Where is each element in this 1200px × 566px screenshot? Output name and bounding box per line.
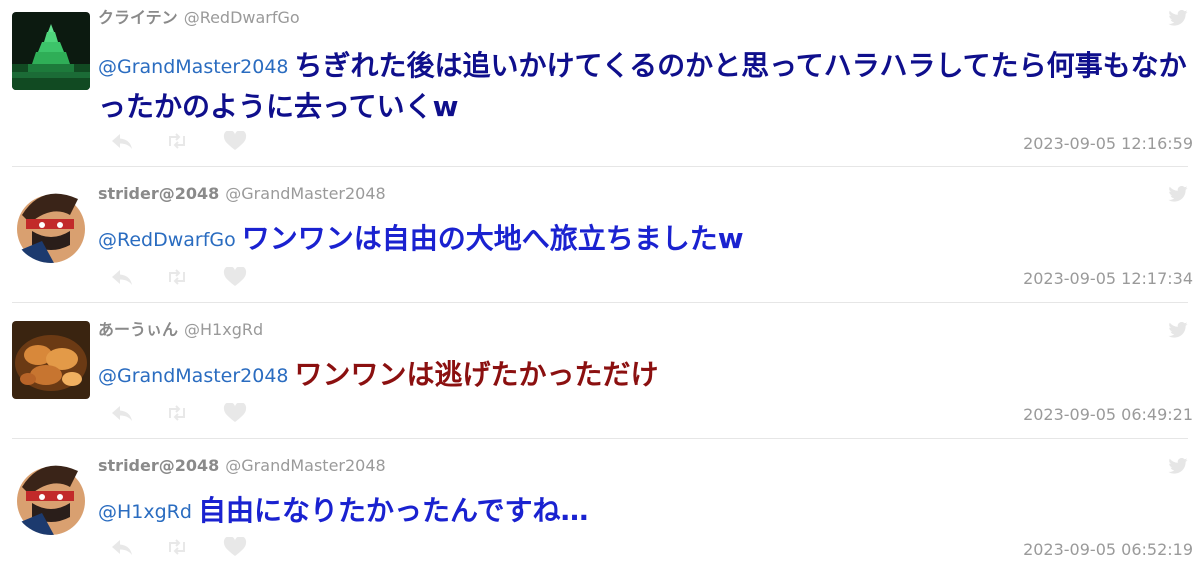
tweet-header: あーうぃん @H1xgRd bbox=[98, 320, 263, 340]
tweet-header: strider@2048 @GrandMaster2048 bbox=[98, 456, 386, 476]
mention-link[interactable]: @GrandMaster2048 bbox=[98, 365, 289, 387]
heart-icon[interactable] bbox=[223, 130, 247, 155]
avatar[interactable] bbox=[12, 185, 90, 263]
tweet-body: @GrandMaster2048 ワンワンは逃げたかっただけ bbox=[98, 355, 1193, 396]
mention-link[interactable]: @H1xgRd bbox=[98, 501, 192, 523]
retweet-icon[interactable] bbox=[165, 131, 189, 155]
castle-avatar-image bbox=[12, 12, 90, 90]
ninja-avatar-image bbox=[12, 457, 90, 535]
timestamp[interactable]: 2023-09-05 12:17:34 bbox=[1023, 269, 1193, 288]
heart-icon[interactable] bbox=[223, 266, 247, 291]
reply-icon[interactable] bbox=[110, 131, 134, 155]
timestamp[interactable]: 2023-09-05 12:16:59 bbox=[1023, 134, 1193, 153]
tweet-item: クライテン @RedDwarfGo @GrandMaster2048 ちぎれた後は追… bbox=[0, 0, 1200, 167]
retweet-icon[interactable] bbox=[165, 267, 189, 291]
tweet-body: @RedDwarfGo ワンワンは自由の大地へ旅立ちましたw bbox=[98, 219, 1193, 260]
reply-icon[interactable] bbox=[110, 537, 134, 561]
tweet-body: @H1xgRd 自由になりたかったんですね… bbox=[98, 491, 1193, 532]
tweet-text: ワンワンは逃げたかっただけ bbox=[294, 358, 659, 391]
heart-icon[interactable] bbox=[223, 402, 247, 427]
retweet-icon[interactable] bbox=[165, 537, 189, 561]
tweet-item: strider@2048 @GrandMaster2048 @H1xgRd 自由にな… bbox=[0, 439, 1200, 566]
twitter-bird-icon[interactable] bbox=[1168, 458, 1188, 474]
tweet-header: strider@2048 @GrandMaster2048 bbox=[98, 184, 386, 204]
food-avatar-image bbox=[12, 321, 90, 399]
mention-link[interactable]: @RedDwarfGo bbox=[98, 229, 236, 251]
avatar[interactable] bbox=[12, 12, 90, 90]
twitter-bird-icon[interactable] bbox=[1168, 186, 1188, 202]
reply-icon[interactable] bbox=[110, 403, 134, 427]
tweet-header: クライテン @RedDwarfGo bbox=[98, 8, 300, 28]
author-name[interactable]: strider@2048 bbox=[98, 456, 219, 475]
tweet-text: ワンワンは自由の大地へ旅立ちましたw bbox=[241, 222, 744, 255]
heart-icon[interactable] bbox=[223, 536, 247, 561]
tweet-item: strider@2048 @GrandMaster2048 @RedDwarfGo… bbox=[0, 167, 1200, 303]
author-handle[interactable]: @GrandMaster2048 bbox=[225, 184, 385, 203]
avatar[interactable] bbox=[12, 321, 90, 399]
mention-link[interactable]: @GrandMaster2048 bbox=[98, 56, 289, 78]
author-name[interactable]: クライテン bbox=[98, 8, 178, 27]
author-name[interactable]: あーうぃん bbox=[98, 320, 178, 339]
avatar[interactable] bbox=[12, 457, 90, 535]
twitter-bird-icon[interactable] bbox=[1168, 322, 1188, 338]
tweet-item: あーうぃん @H1xgRd @GrandMaster2048 ワンワンは逃げたかった… bbox=[0, 303, 1200, 439]
reply-icon[interactable] bbox=[110, 267, 134, 291]
timestamp[interactable]: 2023-09-05 06:49:21 bbox=[1023, 405, 1193, 424]
author-name[interactable]: strider@2048 bbox=[98, 184, 219, 203]
retweet-icon[interactable] bbox=[165, 403, 189, 427]
twitter-bird-icon[interactable] bbox=[1168, 10, 1188, 26]
timestamp[interactable]: 2023-09-05 06:52:19 bbox=[1023, 540, 1193, 559]
tweet-text: 自由になりたかったんですね… bbox=[197, 494, 589, 527]
ninja-avatar-image bbox=[12, 185, 90, 263]
author-handle[interactable]: @H1xgRd bbox=[184, 320, 263, 339]
tweet-body: @GrandMaster2048 ちぎれた後は追いかけてくるのかと思ってハラハラし… bbox=[98, 46, 1193, 127]
author-handle[interactable]: @GrandMaster2048 bbox=[225, 456, 385, 475]
author-handle[interactable]: @RedDwarfGo bbox=[184, 8, 300, 27]
